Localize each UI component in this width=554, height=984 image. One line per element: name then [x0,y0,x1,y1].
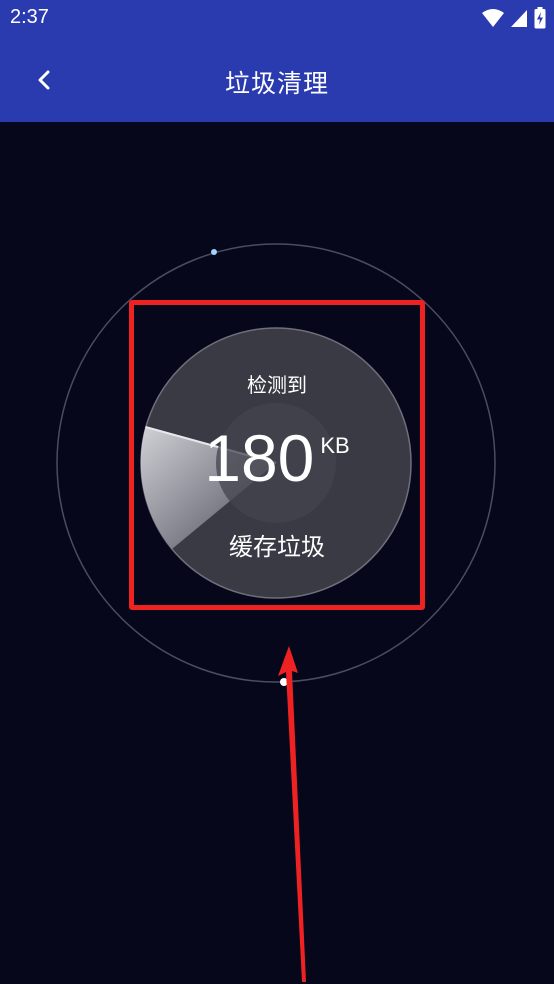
annotation-arrow [278,646,306,982]
app-bar: 垃圾清理 [0,38,554,122]
status-icons [482,7,546,29]
status-bar: 2:37 [0,0,554,38]
page-title: 垃圾清理 [224,69,329,98]
signal-icon [511,10,527,27]
annotation-highlight-box [129,300,425,610]
orbit-dot-top [211,249,217,255]
wifi-icon [482,9,504,27]
junk-scan-area: 检测到 180 KB 缓存垃圾 [0,122,554,984]
status-time: 2:37 [10,6,49,28]
battery-icon [534,7,546,29]
